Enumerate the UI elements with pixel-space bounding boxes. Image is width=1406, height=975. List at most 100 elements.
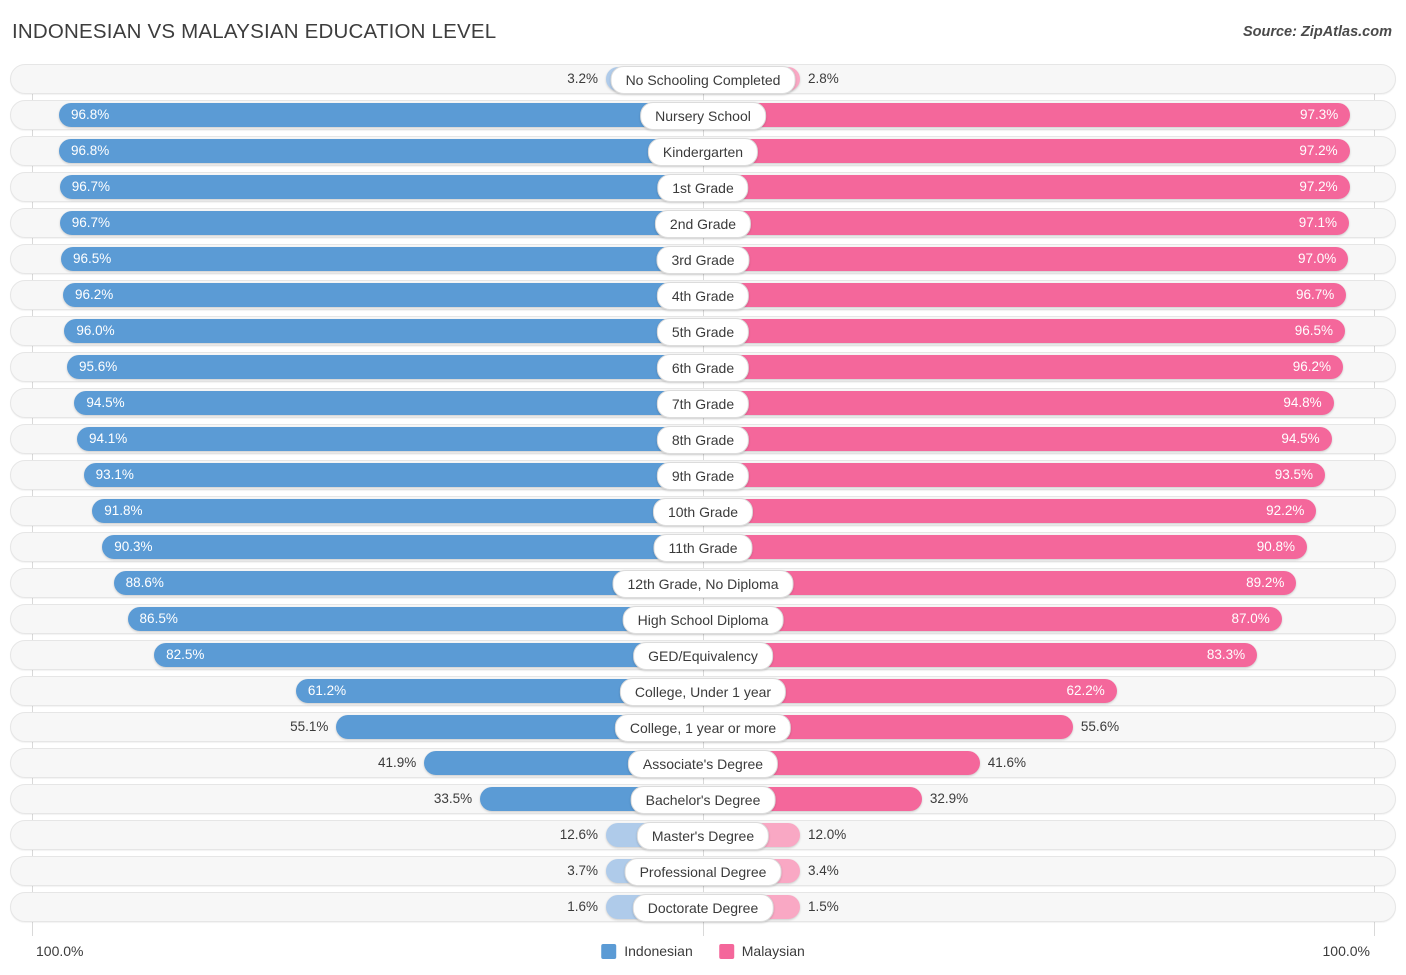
bar-row[interactable]: 96.7% 97.2% 1st Grade bbox=[10, 172, 1396, 202]
category-label-pill[interactable]: 2nd Grade bbox=[654, 210, 752, 238]
bar-row[interactable]: 94.1% 94.5% 8th Grade bbox=[10, 424, 1396, 454]
bar-half-right: 97.0% bbox=[703, 247, 1396, 271]
bar-half-right: 96.5% bbox=[703, 319, 1396, 343]
category-label-pill[interactable]: College, Under 1 year bbox=[619, 678, 787, 706]
category-label-pill[interactable]: 3rd Grade bbox=[656, 246, 750, 274]
bar-indonesian[interactable]: 96.5% bbox=[61, 247, 703, 271]
bar-half-right: 89.2% bbox=[703, 571, 1396, 595]
bar-value-indonesian: 88.6% bbox=[125, 575, 164, 590]
legend-item-indonesian[interactable]: Indonesian bbox=[601, 943, 693, 959]
bar-row[interactable]: 12.6% 12.0% Master's Degree bbox=[10, 820, 1396, 850]
bar-value-malaysian: 96.5% bbox=[1294, 323, 1333, 338]
category-label-pill[interactable]: 4th Grade bbox=[656, 282, 750, 310]
bar-row[interactable]: 61.2% 62.2% College, Under 1 year bbox=[10, 676, 1396, 706]
category-label-pill[interactable]: 6th Grade bbox=[656, 354, 750, 382]
axis-label-left: 100.0% bbox=[36, 943, 84, 959]
bar-half-left: 93.1% bbox=[10, 463, 703, 487]
bar-malaysian[interactable]: 83.3% bbox=[703, 643, 1258, 667]
bar-indonesian[interactable]: 94.5% bbox=[74, 391, 703, 415]
bar-half-left: 96.5% bbox=[10, 247, 703, 271]
bar-row[interactable]: 96.0% 96.5% 5th Grade bbox=[10, 316, 1396, 346]
bar-row[interactable]: 33.5% 32.9% Bachelor's Degree bbox=[10, 784, 1396, 814]
bar-row[interactable]: 86.5% 87.0% High School Diploma bbox=[10, 604, 1396, 634]
bar-row[interactable]: 1.6% 1.5% Doctorate Degree bbox=[10, 892, 1396, 922]
bar-value-malaysian: 93.5% bbox=[1274, 467, 1314, 482]
bar-row[interactable]: 82.5% 83.3% GED/Equivalency bbox=[10, 640, 1396, 670]
bar-malaysian[interactable]: 97.3% bbox=[703, 103, 1351, 127]
bar-value-malaysian: 92.2% bbox=[1266, 503, 1305, 518]
bar-half-right: 2.8% bbox=[703, 67, 1396, 91]
category-label-pill[interactable]: 11th Grade bbox=[653, 534, 753, 562]
category-label-pill[interactable]: Master's Degree bbox=[636, 822, 770, 850]
bar-value-malaysian: 96.2% bbox=[1292, 359, 1331, 374]
bar-indonesian[interactable]: 96.8% bbox=[59, 139, 703, 163]
bar-row[interactable]: 55.1% 55.6% College, 1 year or more bbox=[10, 712, 1396, 742]
bar-row[interactable]: 3.7% 3.4% Professional Degree bbox=[10, 856, 1396, 886]
category-label-pill[interactable]: Professional Degree bbox=[624, 858, 782, 886]
bar-half-left: 55.1% bbox=[10, 715, 703, 739]
bar-malaysian[interactable]: 87.0% bbox=[703, 607, 1282, 631]
bar-value-malaysian: 97.1% bbox=[1298, 215, 1337, 230]
bar-indonesian[interactable]: 93.1% bbox=[83, 463, 703, 487]
bar-indonesian[interactable]: 96.7% bbox=[59, 211, 703, 235]
bar-malaysian[interactable]: 96.2% bbox=[703, 355, 1343, 379]
category-label-pill[interactable]: GED/Equivalency bbox=[633, 642, 773, 670]
bar-indonesian[interactable]: 86.5% bbox=[127, 607, 703, 631]
bar-half-right: 93.5% bbox=[703, 463, 1396, 487]
bar-row[interactable]: 88.6% 89.2% 12th Grade, No Diploma bbox=[10, 568, 1396, 598]
bar-value-malaysian: 97.3% bbox=[1300, 107, 1339, 122]
bar-row[interactable]: 96.7% 97.1% 2nd Grade bbox=[10, 208, 1396, 238]
bar-row[interactable]: 91.8% 92.2% 10th Grade bbox=[10, 496, 1396, 526]
category-label-pill[interactable]: Associate's Degree bbox=[627, 750, 779, 778]
bar-row[interactable]: 94.5% 94.8% 7th Grade bbox=[10, 388, 1396, 418]
bar-row[interactable]: 41.9% 41.6% Associate's Degree bbox=[10, 748, 1396, 778]
bar-row[interactable]: 96.5% 97.0% 3rd Grade bbox=[10, 244, 1396, 274]
category-label-pill[interactable]: 5th Grade bbox=[656, 318, 750, 346]
category-label-pill[interactable]: Nursery School bbox=[640, 102, 766, 130]
bar-value-malaysian: 55.6% bbox=[1080, 719, 1120, 734]
bar-indonesian[interactable]: 96.7% bbox=[59, 175, 703, 199]
chart-footer: 100.0% Indonesian Malaysian 100.0% bbox=[10, 943, 1396, 965]
category-label-pill[interactable]: Kindergarten bbox=[647, 138, 759, 166]
bar-indonesian[interactable]: 82.5% bbox=[154, 643, 703, 667]
bar-malaysian[interactable]: 94.8% bbox=[703, 391, 1334, 415]
category-label-pill[interactable]: No Schooling Completed bbox=[610, 66, 796, 94]
bar-malaysian[interactable]: 90.8% bbox=[703, 535, 1308, 559]
bar-malaysian[interactable]: 96.7% bbox=[703, 283, 1347, 307]
bar-indonesian[interactable]: 94.1% bbox=[76, 427, 703, 451]
category-label-pill[interactable]: High School Diploma bbox=[622, 606, 784, 634]
category-label-pill[interactable]: Doctorate Degree bbox=[632, 894, 774, 922]
bar-malaysian[interactable]: 93.5% bbox=[703, 463, 1326, 487]
category-label-pill[interactable]: 8th Grade bbox=[656, 426, 750, 454]
bar-indonesian[interactable]: 96.2% bbox=[63, 283, 703, 307]
bar-row[interactable]: 3.2% 2.8% No Schooling Completed bbox=[10, 64, 1396, 94]
category-label-pill[interactable]: 1st Grade bbox=[657, 174, 749, 202]
bar-malaysian[interactable]: 97.2% bbox=[703, 139, 1350, 163]
bar-indonesian[interactable]: 96.0% bbox=[64, 319, 703, 343]
category-label-pill[interactable]: 9th Grade bbox=[656, 462, 750, 490]
category-label-pill[interactable]: 7th Grade bbox=[656, 390, 750, 418]
bar-row[interactable]: 96.2% 96.7% 4th Grade bbox=[10, 280, 1396, 310]
category-label-pill[interactable]: 10th Grade bbox=[652, 498, 754, 526]
bar-row[interactable]: 93.1% 93.5% 9th Grade bbox=[10, 460, 1396, 490]
bar-indonesian[interactable]: 90.3% bbox=[102, 535, 703, 559]
bar-malaysian[interactable]: 97.1% bbox=[703, 211, 1349, 235]
bar-row[interactable]: 96.8% 97.3% Nursery School bbox=[10, 100, 1396, 130]
bar-indonesian[interactable]: 91.8% bbox=[92, 499, 703, 523]
bar-row[interactable]: 95.6% 96.2% 6th Grade bbox=[10, 352, 1396, 382]
bar-malaysian[interactable]: 97.0% bbox=[703, 247, 1349, 271]
bar-value-malaysian: 94.5% bbox=[1281, 431, 1320, 446]
bar-malaysian[interactable]: 96.5% bbox=[703, 319, 1345, 343]
bar-indonesian[interactable]: 95.6% bbox=[67, 355, 703, 379]
bar-malaysian[interactable]: 94.5% bbox=[703, 427, 1332, 451]
category-label-pill[interactable]: College, 1 year or more bbox=[614, 714, 792, 742]
bar-row[interactable]: 96.8% 97.2% Kindergarten bbox=[10, 136, 1396, 166]
bar-indonesian[interactable]: 96.8% bbox=[59, 103, 703, 127]
bar-row[interactable]: 90.3% 90.8% 11th Grade bbox=[10, 532, 1396, 562]
category-label-pill[interactable]: Bachelor's Degree bbox=[630, 786, 776, 814]
bar-malaysian[interactable]: 92.2% bbox=[703, 499, 1317, 523]
category-label-pill[interactable]: 12th Grade, No Diploma bbox=[612, 570, 794, 598]
legend-item-malaysian[interactable]: Malaysian bbox=[718, 943, 805, 959]
bar-malaysian[interactable]: 97.2% bbox=[703, 175, 1350, 199]
legend-label-indonesian: Indonesian bbox=[624, 943, 693, 959]
